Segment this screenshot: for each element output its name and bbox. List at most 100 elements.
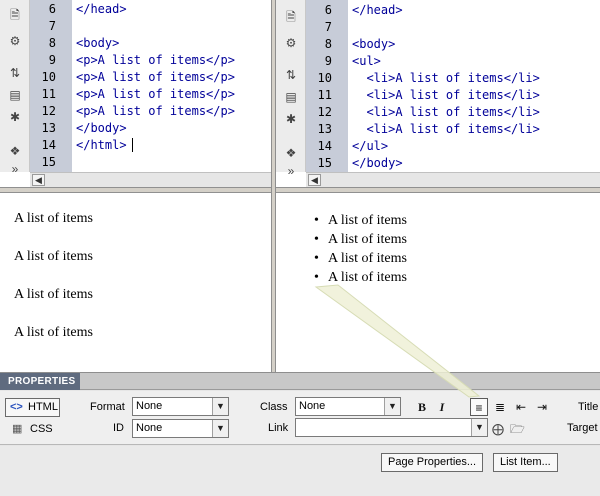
line-number: 13 [317,122,332,136]
line-number: 10 [317,71,332,85]
select-tag-icon[interactable]: ▤ [5,86,25,104]
gear-icon[interactable]: ⚙ [281,34,301,52]
line-number: 12 [41,104,56,118]
chevron-down-icon[interactable]: ▼ [212,420,228,437]
id-label: ID [113,422,124,434]
id-select[interactable]: None ▼ [132,419,229,438]
code-line: <li>A list of items</li> [352,71,540,85]
document-icon[interactable]: 🗎 [281,8,301,26]
properties-body: <> HTML ▦ CSS Format None ▼ ID None ▼ Cl… [0,391,600,445]
right-document-pane: 🗎 ⚙ ⇅ ▤ ✱ ❖ » 6 7 8 9 10 11 12 13 14 15 … [275,0,600,372]
title-label: Title [578,401,599,413]
format-value: None [136,400,163,412]
expand-icon[interactable]: ⇅ [5,64,25,82]
left-coding-toolbar: 🗎 ⚙ ⇅ ▤ ✱ ❖ » [0,0,30,176]
line-number: 7 [48,19,56,33]
unordered-list-icon[interactable]: ≡ [470,398,488,416]
line-number: 6 [48,2,56,16]
line-number: 15 [317,156,332,170]
ordered-list-icon[interactable]: ≣ [491,398,509,416]
chevron-down-icon[interactable]: ▼ [471,419,487,436]
format-select[interactable]: None ▼ [132,397,229,416]
indent-icon[interactable]: ⇥ [533,398,551,416]
html-mode-button[interactable]: <> HTML [5,398,60,417]
more-icon[interactable]: » [281,162,301,180]
code-line: </head> [76,2,127,16]
list-item: A list of items [314,213,407,229]
list-item-button[interactable]: List Item... [493,453,558,472]
line-number: 14 [317,139,332,153]
asterisk-icon[interactable]: ✱ [281,110,301,128]
code-text[interactable]: </head> <body> <p>A list of items</p> <p… [76,0,271,172]
list-item: A list of items [314,232,407,248]
bold-button[interactable]: B [413,398,431,416]
line-number: 9 [324,54,332,68]
collapse-icon[interactable]: ❖ [5,142,25,160]
more-icon[interactable]: » [5,160,25,178]
select-tag-icon[interactable]: ▤ [281,88,301,106]
asterisk-icon[interactable]: ✱ [5,108,25,126]
target-label: Target [567,422,598,434]
code-line: </body> [76,121,127,135]
code-line: <p>A list of items</p> [76,87,235,101]
horizontal-scrollbar[interactable]: ◀ [30,172,271,187]
text-cursor [132,138,133,152]
code-line: </html> [76,138,127,152]
left-code-view[interactable]: 🗎 ⚙ ⇅ ▤ ✱ ❖ » 6 7 8 9 10 11 12 13 14 15 … [0,0,271,176]
page-properties-button[interactable]: Page Properties... [381,453,484,472]
class-label: Class [260,401,288,413]
properties-tab[interactable]: PROPERTIES [0,373,80,390]
paragraph: A list of items [14,325,93,340]
right-coding-toolbar: 🗎 ⚙ ⇅ ▤ ✱ ❖ » [276,0,306,178]
link-input[interactable]: ▼ [295,418,488,437]
line-number: 12 [317,105,332,119]
chevron-down-icon[interactable]: ▼ [212,398,228,415]
code-brackets-icon: <> [10,401,23,413]
line-number: 11 [41,87,56,101]
list-item: A list of items [314,270,407,286]
code-line: <li>A list of items</li> [352,122,540,136]
code-line: </ul> [352,139,389,153]
code-line: </body> [352,156,403,170]
code-line: <p>A list of items</p> [76,70,235,84]
code-line: <p>A list of items</p> [76,53,235,67]
point-to-file-icon[interactable]: ⨁ [492,422,504,436]
code-line: <p>A list of items</p> [76,104,235,118]
code-text[interactable]: </head> <body> <ul> <li>A list of items<… [352,0,600,172]
folder-icon[interactable]: 🗁 [510,422,525,436]
class-value: None [299,400,326,412]
paragraph: A list of items [14,249,93,264]
code-line: <body> [76,36,120,50]
outdent-icon[interactable]: ⇤ [512,398,530,416]
scroll-left-icon[interactable]: ◀ [308,174,321,186]
line-number-gutter: 6 7 8 9 10 11 12 13 14 15 [30,0,72,172]
left-design-view[interactable]: A list of items A list of items A list o… [0,193,271,372]
horizontal-scrollbar[interactable]: ◀ [306,172,600,187]
line-number: 8 [48,36,56,50]
line-number: 9 [48,53,56,67]
collapse-icon[interactable]: ❖ [281,144,301,162]
line-number: 10 [41,70,56,84]
line-number: 8 [324,37,332,51]
code-line: <li>A list of items</li> [352,105,540,119]
class-select[interactable]: None ▼ [295,397,401,416]
gear-icon[interactable]: ⚙ [5,32,25,50]
document-icon[interactable]: 🗎 [5,6,25,24]
expand-icon[interactable]: ⇅ [281,66,301,84]
code-line: </head> [352,3,403,17]
paragraph: A list of items [14,287,93,302]
properties-panel: PROPERTIES <> HTML ▦ CSS Format None ▼ I… [0,372,600,496]
right-design-view[interactable]: A list of items A list of items A list o… [276,193,600,372]
scroll-left-icon[interactable]: ◀ [32,174,45,186]
italic-button[interactable]: I [433,398,451,416]
link-label: Link [268,422,289,434]
left-document-pane: 🗎 ⚙ ⇅ ▤ ✱ ❖ » 6 7 8 9 10 11 12 13 14 15 … [0,0,272,372]
css-grid-icon: ▦ [12,423,23,435]
line-number: 13 [41,121,56,135]
css-mode-label: CSS [30,423,53,435]
line-number-gutter: 6 7 8 9 10 11 12 13 14 15 [306,0,348,172]
line-number: 14 [41,138,56,152]
chevron-down-icon[interactable]: ▼ [384,398,400,415]
format-label: Format [90,401,125,413]
right-code-view[interactable]: 🗎 ⚙ ⇅ ▤ ✱ ❖ » 6 7 8 9 10 11 12 13 14 15 … [276,0,600,178]
